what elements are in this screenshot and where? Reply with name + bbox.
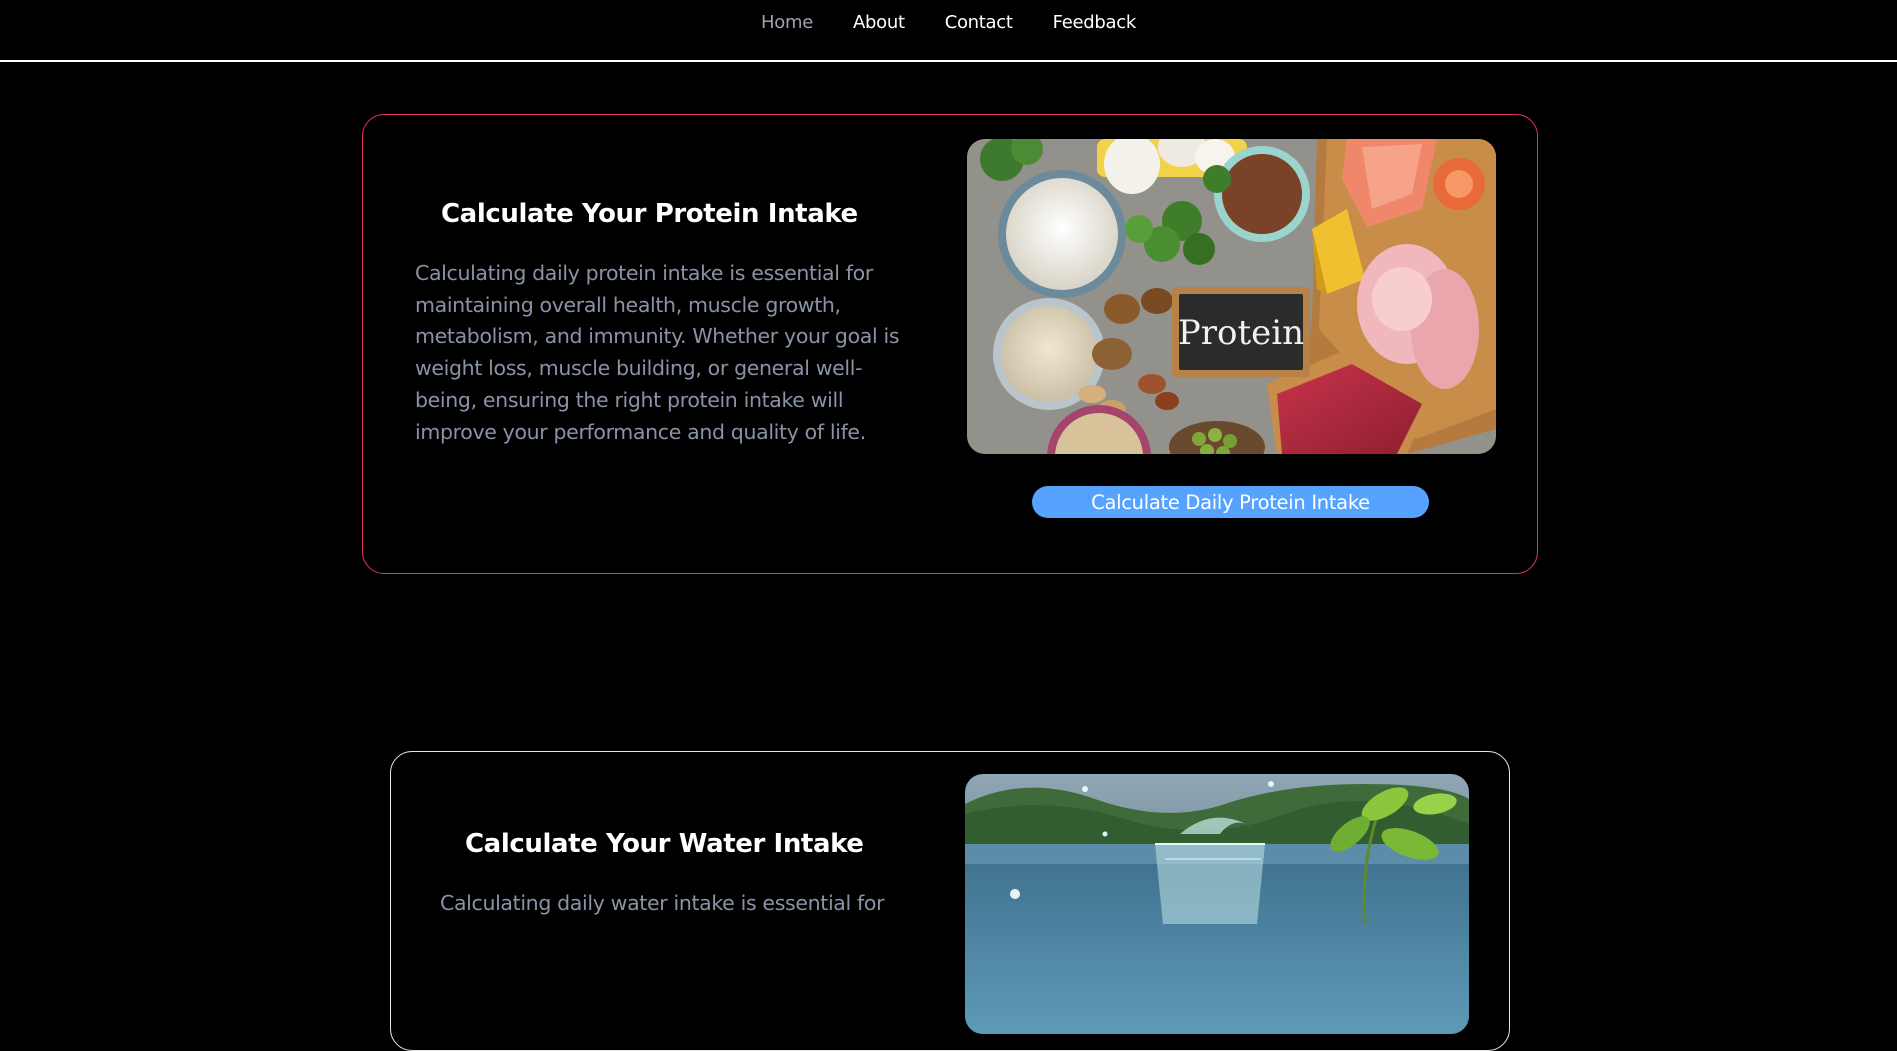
protein-card-description: Calculating daily protein intake is esse…: [415, 261, 900, 444]
water-intake-card: Calculate Your Water Intake Calculating …: [390, 751, 1510, 1051]
water-card-description: Calculating daily water intake is essent…: [440, 891, 885, 915]
protein-card-title: Calculate Your Protein Intake: [441, 199, 858, 229]
nav-feedback-link[interactable]: Feedback: [1053, 12, 1137, 33]
top-navbar: Home About Contact Feedback: [0, 0, 1897, 62]
protein-sign-text: Protein: [1178, 313, 1304, 353]
water-glass-image: [965, 774, 1469, 1034]
nav-links: Home About Contact Feedback: [0, 12, 1897, 33]
nav-contact-link[interactable]: Contact: [945, 12, 1013, 33]
calculate-protein-button[interactable]: Calculate Daily Protein Intake: [1032, 486, 1429, 518]
protein-intake-card: Calculate Your Protein Intake Calculatin…: [362, 114, 1538, 574]
nav-about-link[interactable]: About: [853, 12, 905, 33]
nav-home-link[interactable]: Home: [761, 12, 813, 33]
protein-foods-image: Protein: [967, 139, 1496, 454]
water-card-title: Calculate Your Water Intake: [465, 829, 864, 859]
